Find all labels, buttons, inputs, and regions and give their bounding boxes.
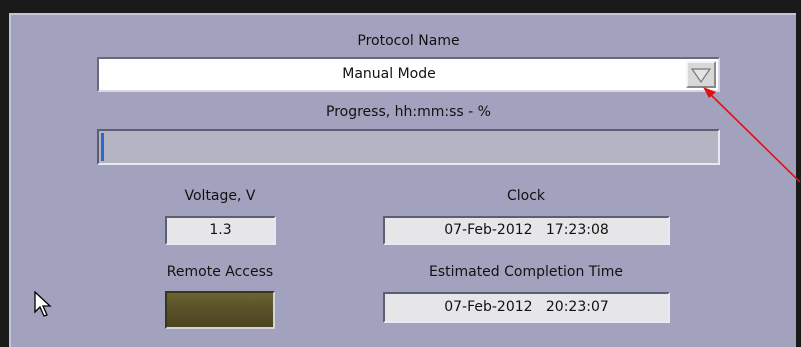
triangle-down-icon (690, 68, 712, 84)
clock-label: Clock (506, 188, 546, 204)
progress-bar (97, 129, 720, 165)
estimated-completion-value: 07-Feb-2012 20:23:07 (383, 292, 670, 323)
protocol-name-select[interactable]: Manual Mode (97, 57, 720, 92)
protocol-name-label: Protocol Name (357, 33, 460, 49)
protocol-name-value: Manual Mode (342, 66, 436, 82)
progress-label: Progress, hh:mm:ss - % (326, 104, 491, 120)
mouse-pointer-icon (34, 291, 52, 317)
remote-access-indicator (165, 291, 275, 329)
voltage-value: 1.3 (165, 216, 276, 245)
estimated-completion-label: Estimated Completion Time (428, 264, 624, 280)
clock-value: 07-Feb-2012 17:23:08 (383, 216, 670, 245)
window-right-border (796, 0, 801, 347)
progress-fill (101, 133, 104, 161)
remote-access-label: Remote Access (166, 264, 274, 280)
voltage-label: Voltage, V (184, 188, 256, 204)
protocol-dropdown-button[interactable] (686, 61, 716, 88)
